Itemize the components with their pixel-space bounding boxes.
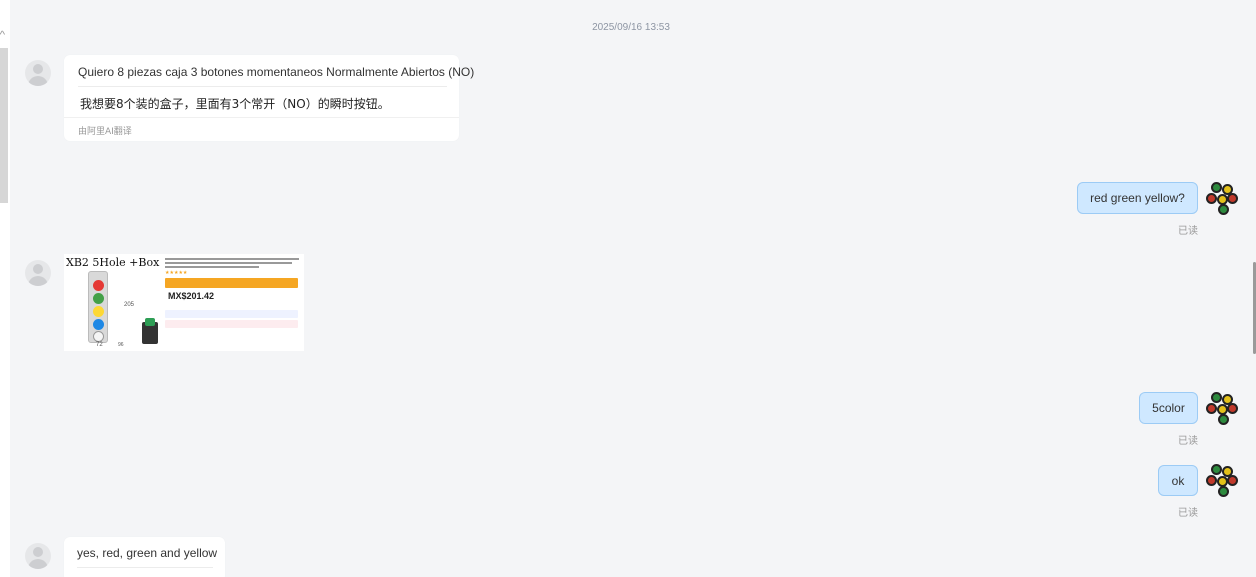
message-original-text: yes, red, green and yellow (77, 546, 218, 560)
message-translated-text: 我想要8个装的盒子，里面有3个常开（NO）的瞬时按钮。 (80, 97, 390, 111)
seller-message-bubble[interactable]: 5color (1139, 392, 1198, 424)
seller-message-bubble[interactable]: red green yellow? (1077, 182, 1198, 214)
seller-avatar[interactable] (1205, 391, 1239, 425)
option-row (165, 320, 298, 328)
dimension-depth: 96 (118, 342, 124, 348)
left-scrollbar-thumb[interactable] (0, 48, 8, 203)
message-footer-divider (64, 117, 459, 118)
read-status: 已读 (1178, 436, 1198, 447)
customer-avatar[interactable] (25, 543, 51, 569)
message-divider (78, 86, 447, 87)
seller-message-bubble[interactable]: ok (1158, 465, 1198, 496)
product-image-title: XB2 5Hole +Box (66, 256, 160, 269)
rating-stars-icon: ★★★★★ (165, 270, 188, 276)
read-status: 已读 (1178, 226, 1198, 237)
seller-avatar[interactable] (1205, 181, 1239, 215)
read-status: 已读 (1178, 508, 1198, 519)
product-price: MX$201.42 (168, 291, 215, 301)
message-timestamp: 2025/09/16 13:53 (592, 22, 670, 33)
customer-message-bubble[interactable]: yes, red, green and yellow (64, 537, 225, 577)
customer-message-bubble[interactable]: Quiero 8 piezas caja 3 botones momentane… (64, 55, 474, 141)
push-button-box-illustration (88, 271, 108, 343)
dimension-width: 72 (96, 342, 103, 348)
button-component-illustration (142, 318, 158, 344)
message-original-text: Quiero 8 piezas caja 3 botones momentane… (78, 65, 475, 79)
product-image-message[interactable]: XB2 5Hole +Box 205 72 96 ★★★★★ MX$201.42 (64, 254, 304, 351)
promo-bar (165, 278, 298, 288)
dimension-height: 205 (124, 302, 135, 308)
customer-avatar[interactable] (25, 60, 51, 86)
seller-avatar[interactable] (1205, 463, 1239, 497)
option-row (165, 310, 298, 318)
customer-avatar[interactable] (25, 260, 51, 286)
message-divider (77, 567, 213, 568)
translation-note: 由阿里AI翻译 (78, 127, 132, 137)
